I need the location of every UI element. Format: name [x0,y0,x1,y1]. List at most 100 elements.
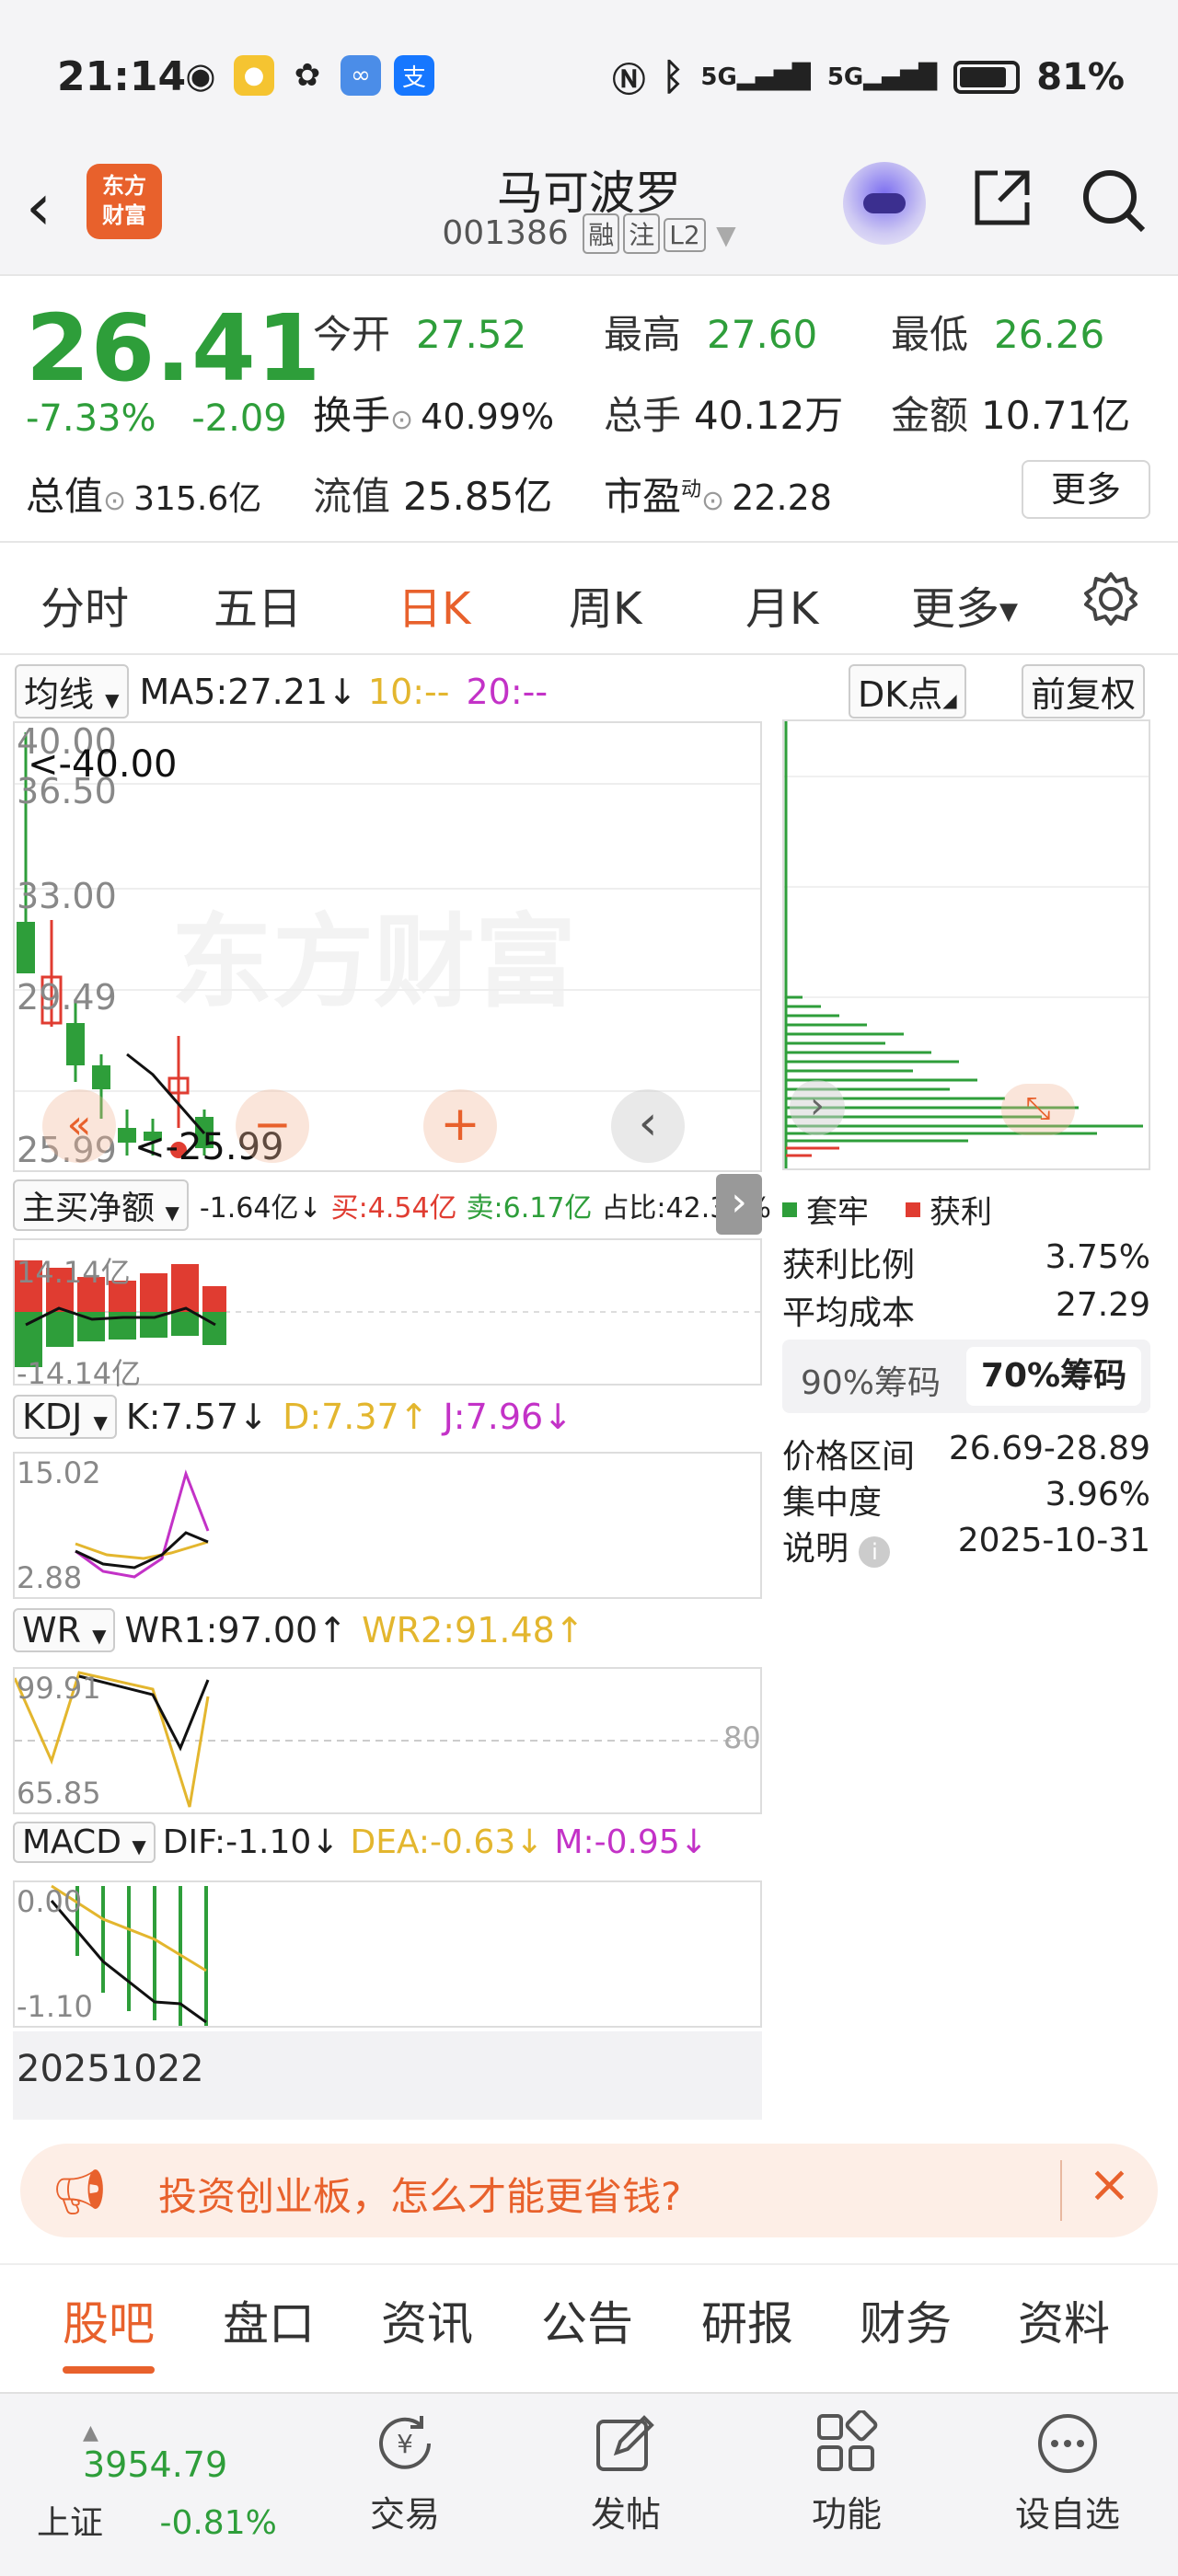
chevron-right-icon[interactable]: › [716,1174,762,1235]
tab-profile[interactable]: 资料 [1018,2287,1110,2353]
weibo-icon: ● [234,55,274,96]
expand-icon[interactable]: ⤡ [1001,1084,1075,1135]
macd-dif: DIF:-1.10↓ [162,1823,340,1861]
search-icon[interactable] [1079,166,1149,236]
nav-trade[interactable]: ¥ 交易 [331,2410,479,2536]
price-change: -7.33% -2.09 [26,397,287,440]
legend-trapped: 套牢 [806,1194,869,1231]
ytick-33: 33.00 [17,876,117,916]
candle-1 [17,922,35,973]
market-cap-item: 总值⊙ 315.6亿 [26,474,262,519]
tab-forum[interactable]: 股吧 [63,2287,155,2374]
concentration-row: 集中度 3.96% [782,1476,1150,1522]
tab-financials[interactable]: 财务 [860,2287,952,2353]
megaphone-icon: 📢︎ [52,2167,108,2218]
profit-ratio-row: 获利比例 3.75% [782,1238,1150,1284]
content-tabs: 股吧 盘口 资讯 公告 研报 财务 资料 [0,2263,1178,2374]
wr-wr2: WR2:91.48↑ [362,1610,584,1650]
wechat-icon: ✿ [294,57,321,94]
trade-icon: ¥ [379,2416,431,2469]
flow-bar-7 [202,1286,226,1312]
tab-intraday[interactable]: 分时 [40,572,129,637]
zoom-out-icon[interactable]: − [236,1089,309,1163]
netflow-selector[interactable]: 主买净额 ▼ [13,1179,189,1231]
macd-selector[interactable]: MACD ▼ [13,1822,156,1863]
avg-cost-row: 平均成本 27.29 [782,1286,1150,1332]
chevron-left-icon[interactable]: ‹ [611,1089,685,1163]
netflow-legend: 主买净额 ▼ -1.64亿↓ 买:4.54亿 卖:6.17亿 占比:42.37% [13,1179,771,1231]
dk-point-toggle[interactable]: DK点◢ [849,664,966,719]
kdj-ytop: 15.02 [17,1455,101,1490]
kdj-selector[interactable]: KDJ ▼ [13,1395,117,1439]
rewind-icon[interactable]: « [42,1089,116,1163]
ma5-line [126,1052,206,1134]
chevron-right-icon[interactable]: › [790,1080,845,1135]
alipay-icon: 支 [394,55,434,96]
macd-ybottom: -1.10 [17,1989,93,2024]
banner-text: 投资创业板，怎么才能更省钱? [158,2174,682,2219]
close-icon[interactable]: × [1088,2155,1131,2214]
bluetooth-icon: ᛒ [662,56,685,98]
ma5-value: MA5:27.21↓ [139,671,357,712]
wr-chart[interactable]: 99.91 65.85 80 [13,1667,762,1814]
nav-post[interactable]: 发帖 [552,2410,699,2536]
index-value: 3954.79 [83,2444,228,2485]
ai-assistant-avatar[interactable] [843,162,926,245]
date-label: 20251022 [17,2048,204,2090]
macd-ytop: 0.00 [17,1884,83,1919]
netflow-value: -1.64亿↓ [199,1192,322,1225]
nav-watchlist[interactable]: 设自选 [994,2410,1141,2536]
netflow-ytop: 14.14亿 [17,1255,131,1290]
macd-chart[interactable]: 0.00 -1.10 [13,1880,762,2028]
change-percent: -7.33% [26,397,156,440]
nfc-icon: Ⓝ [612,62,646,99]
tab-weekly-k[interactable]: 周K [569,572,641,637]
note-row: 说明 i 2025-10-31 [782,1522,1150,1568]
index-name: 上证 [37,2504,104,2542]
kdj-svg [75,1469,210,1579]
tab-research[interactable]: 研报 [701,2287,793,2353]
tab-chip-90[interactable]: 90%筹码 [801,1356,941,1404]
ma-selector[interactable]: 均线 ▼ [15,664,129,719]
high-marker: <-40.00 [28,743,178,786]
wr-selector[interactable]: WR ▼ [13,1608,116,1652]
more-button[interactable]: 更多 [1022,460,1150,519]
promo-banner[interactable]: 📢︎ 投资创业板，怎么才能更省钱? × [20,2144,1158,2237]
tab-news[interactable]: 资讯 [381,2287,473,2353]
price-range-row: 价格区间 26.69-28.89 [782,1430,1150,1476]
kdj-chart[interactable]: 15.02 2.88 [13,1452,762,1599]
wr-svg [15,1671,760,1808]
chip-tabs: 90%筹码 70%筹码 [782,1340,1150,1413]
zoom-in-icon[interactable]: + [423,1089,497,1163]
period-tabs: 分时 五日 日K 周K 月K 更多▼ [0,545,1178,664]
float-cap-item: 流值 25.85亿 [313,474,553,519]
settings-gear-icon[interactable] [1082,570,1139,627]
change-amount: -2.09 [191,397,287,440]
netflow-chart[interactable]: 14.14亿 -14.14亿 [13,1238,762,1391]
ma10-value: 10:-- [367,671,450,712]
tab-chip-70[interactable]: 70%筹码 [966,1347,1141,1406]
eye-icon: ◉ [185,55,216,96]
index-ticker[interactable]: ▲ 3954.79 上证 -0.81% [37,2421,313,2544]
kdj-legend: KDJ ▼ K:7.57↓ D:7.37↑ J:7.96↓ [13,1395,572,1439]
tab-monthly-k[interactable]: 月K [745,572,818,637]
macd-svg [50,1884,208,2026]
svg-text:¥: ¥ [397,2429,413,2459]
tab-more[interactable]: 更多▼ [911,572,1018,637]
kline-chart[interactable]: 东方财富 40.00 36.50 33.00 29.49 25.99 <-40.… [13,721,762,1172]
grid-icon [817,2410,878,2471]
tab-announcements[interactable]: 公告 [541,2287,633,2353]
adjust-toggle[interactable]: 前复权 [1022,664,1146,719]
tab-five-day[interactable]: 五日 [214,572,302,637]
share-icon[interactable] [972,167,1033,228]
info-icon: ⊙ [390,404,414,436]
tab-orderbook[interactable]: 盘口 [223,2287,315,2353]
tab-daily-k[interactable]: 日K [398,572,470,664]
profit-swatch [906,1202,920,1217]
app-icon: ∞ [341,55,381,96]
turnover-item: 换手⊙ 40.99% [313,393,555,438]
candle-5 [118,1128,136,1143]
nav-features[interactable]: 功能 [773,2410,920,2536]
chip-distribution-chart[interactable]: › ⤡ [782,719,1150,1170]
status-time: 21:14 [57,53,187,100]
